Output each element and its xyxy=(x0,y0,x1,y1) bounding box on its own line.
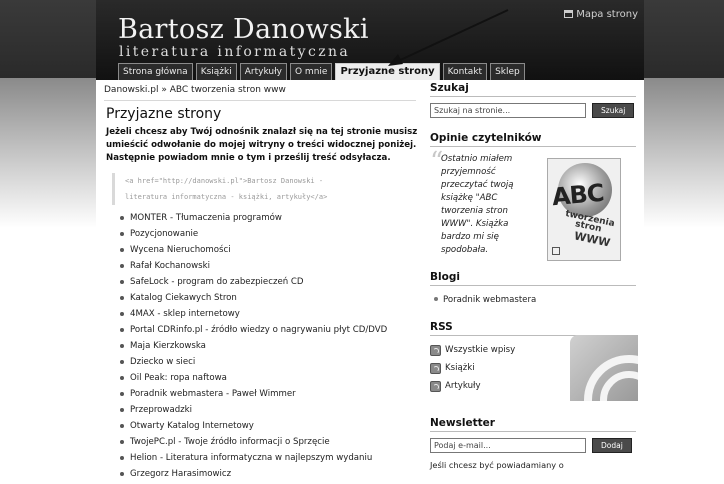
newsletter-add-button[interactable]: Dodaj xyxy=(592,438,632,453)
breadcrumb: Danowski.pl » ABC tworzenia stron www xyxy=(104,85,416,101)
list-item-link[interactable]: Maja Kierzkowska xyxy=(120,338,418,354)
rss-feed-label: Wszystkie wpisy xyxy=(445,345,516,355)
rss-feed-label: Książki xyxy=(445,363,475,373)
list-item-link[interactable]: Helion - Literatura informatyczna w najl… xyxy=(120,450,418,466)
blog-link-label: Poradnik webmastera xyxy=(443,295,537,305)
intro-text: Jeżeli chcesz aby Twój odnośnik znalazł … xyxy=(106,127,418,163)
blogs-heading: Blogi xyxy=(430,271,636,286)
list-item-link[interactable]: TwojePC.pl - Twoje źródło informacji o S… xyxy=(120,434,418,450)
feed-icon xyxy=(430,344,441,356)
rss-feed-list: Wszystkie wpisy Książki Artykuły xyxy=(430,341,515,395)
checkbox-icon xyxy=(552,247,560,255)
rss-feed-all[interactable]: Wszystkie wpisy xyxy=(430,341,515,359)
feed-icon xyxy=(430,380,441,392)
email-input[interactable]: Podaj e-mail... xyxy=(430,438,586,453)
friendly-links-list: MONTER - Tłumaczenia programów Pozycjono… xyxy=(106,210,418,482)
opinion-text: Ostatnio miałem przyjemność przeczytać t… xyxy=(441,154,514,255)
list-item-link[interactable]: Dziecko w sieci xyxy=(120,354,418,370)
list-item-link[interactable]: Pozycjonowanie xyxy=(120,226,418,242)
list-item-link[interactable]: Wycena Nieruchomości xyxy=(120,242,418,258)
book-cover-image[interactable]: ABC tworzenia stron WWW xyxy=(547,158,621,261)
feed-icon xyxy=(430,362,441,374)
rss-feed-articles[interactable]: Artykuły xyxy=(430,377,515,395)
list-item-link[interactable]: Rafał Kochanowski xyxy=(120,258,418,274)
code-line: <a href="http://danowski.pl">Bartosz Dan… xyxy=(125,177,324,185)
rss-section: RSS Wszystkie wpisy Książki Artykuły xyxy=(430,321,638,403)
page-title: Przyjazne strony xyxy=(106,106,222,122)
newsletter-description: Jeśli chcesz być powiadamiany o xyxy=(430,460,564,470)
search-button[interactable]: Szukaj xyxy=(592,103,635,118)
search-form: Szukaj na stronie... Szukaj xyxy=(430,103,636,118)
newsletter-section: Newsletter Podaj e-mail... Dodaj Jeśli c… xyxy=(430,417,636,470)
rss-feed-label: Artykuły xyxy=(445,381,481,391)
list-item-link[interactable]: MONTER - Tłumaczenia programów xyxy=(120,210,418,226)
search-heading: Szukaj xyxy=(430,82,636,97)
list-item-link[interactable]: Otwarty Katalog Internetowy xyxy=(120,418,418,434)
main-content: Przyjazne strony Jeżeli chcesz aby Twój … xyxy=(106,106,418,482)
rss-large-icon xyxy=(570,335,638,401)
blog-link[interactable]: Poradnik webmastera xyxy=(434,295,636,305)
list-item-link[interactable]: Grzegorz Harasimowicz xyxy=(120,466,418,482)
search-input[interactable]: Szukaj na stronie... xyxy=(430,103,586,118)
list-item-link[interactable]: Katalog Ciekawych Stron xyxy=(120,290,418,306)
annotation-arrow-icon xyxy=(388,9,509,66)
list-item-link[interactable]: Oil Peak: ropa naftowa xyxy=(120,370,418,386)
rss-feed-books[interactable]: Książki xyxy=(430,359,515,377)
sidebar: Szukaj Szukaj na stronie... Szukaj Opini… xyxy=(430,82,638,470)
newsletter-form: Podaj e-mail... Dodaj xyxy=(430,438,636,453)
newsletter-heading: Newsletter xyxy=(430,417,636,432)
reader-opinion: “ Ostatnio miałem przyjemność przeczytać… xyxy=(430,147,636,265)
list-item-link[interactable]: 4MAX - sklep internetowy xyxy=(120,306,418,322)
bullet-icon xyxy=(434,297,438,301)
opinions-heading: Opinie czytelników xyxy=(430,132,636,147)
list-item-link[interactable]: Portal CDRinfo.pl - źródło wiedzy o nagr… xyxy=(120,322,418,338)
list-item-link[interactable]: Przeprowadzki xyxy=(120,402,418,418)
page-container: Bartosz Danowski literatura informatyczn… xyxy=(96,0,644,484)
link-code-snippet: <a href="http://danowski.pl">Bartosz Dan… xyxy=(112,173,418,205)
book-cover-title: ABC xyxy=(550,178,605,212)
code-line: literatura informatyczna - książki, arty… xyxy=(125,193,328,201)
list-item-link[interactable]: Poradnik webmastera - Paweł Wimmer xyxy=(120,386,418,402)
rss-heading: RSS xyxy=(430,321,636,336)
list-item-link[interactable]: SafeLock - program do zabezpieczeń CD xyxy=(120,274,418,290)
